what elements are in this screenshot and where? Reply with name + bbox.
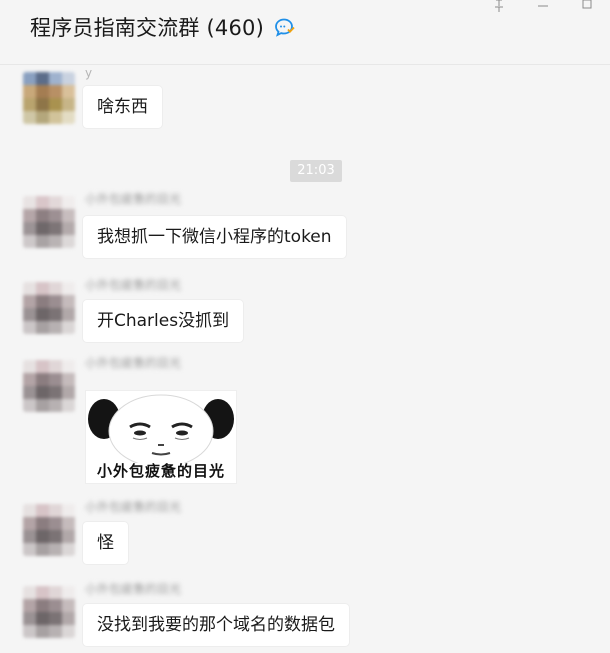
minimize-icon[interactable] xyxy=(536,0,550,12)
message-bubble[interactable]: 怪 xyxy=(83,522,128,564)
sender-name: 小外包疲惫的目光 xyxy=(85,500,182,514)
member-count: (460) xyxy=(206,16,264,40)
pin-icon[interactable] xyxy=(492,0,506,12)
avatar[interactable] xyxy=(23,196,75,248)
panda-face-drawing xyxy=(88,394,234,463)
message-bubble[interactable]: 我想抓一下微信小程序的token xyxy=(83,216,346,258)
message-bubble[interactable]: 啥东西 xyxy=(83,86,162,128)
message-bubble[interactable]: 开Charles没抓到 xyxy=(83,300,244,342)
chat-header: 程序员指南交流群 (460) xyxy=(0,0,610,65)
avatar[interactable] xyxy=(23,504,75,556)
window-controls xyxy=(492,0,594,12)
sender-name: 小外包疲惫的目光 xyxy=(85,192,182,206)
avatar[interactable] xyxy=(23,282,75,334)
sticker-image[interactable]: 小外包疲惫的目光 xyxy=(85,390,237,484)
sender-name: 小外包疲惫的目光 xyxy=(85,582,182,596)
sender-name: 小外包疲惫的目光 xyxy=(85,356,182,370)
group-name: 程序员指南交流群 xyxy=(30,16,200,40)
group-title: 程序员指南交流群 (460) xyxy=(30,12,264,42)
maximize-icon[interactable] xyxy=(580,0,594,12)
message-bubble[interactable]: 没找到我要的那个域名的数据包 xyxy=(83,604,349,646)
sender-name: 小外包疲惫的目光 xyxy=(85,278,182,292)
avatar[interactable] xyxy=(23,72,75,124)
chat-bubble-icon[interactable] xyxy=(272,15,296,39)
sticker-caption: 小外包疲惫的目光 xyxy=(96,462,225,480)
avatar[interactable] xyxy=(23,360,75,412)
sender-name: y xyxy=(85,66,93,80)
chat-title-group[interactable]: 程序员指南交流群 (460) xyxy=(30,12,296,42)
timestamp-divider: 21:03 xyxy=(290,160,342,182)
avatar[interactable] xyxy=(23,586,75,638)
